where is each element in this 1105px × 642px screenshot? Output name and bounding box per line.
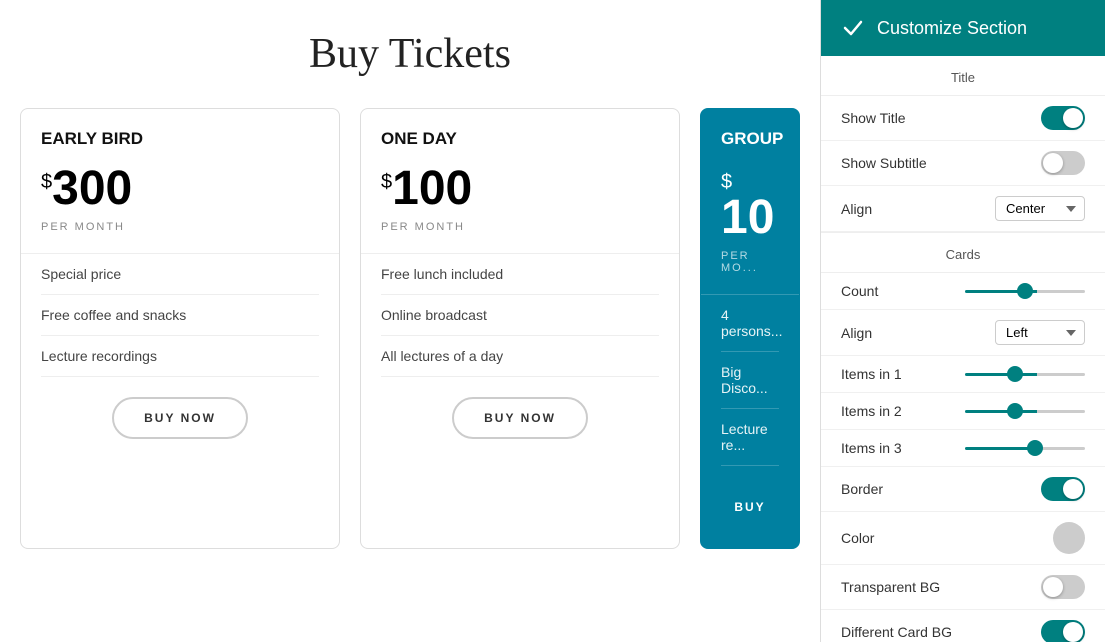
items-in-3-label: Items in 3 [841, 440, 902, 456]
items-in-3-slider-container [965, 447, 1085, 450]
count-slider[interactable] [965, 290, 1085, 293]
ticket-card-one-day: ONE DAY $100 PER MONTH Free lunch includ… [360, 108, 680, 549]
show-title-label: Show Title [841, 110, 906, 126]
border-row: Border [821, 467, 1105, 512]
feature-item: All lectures of a day [381, 336, 659, 377]
show-subtitle-toggle[interactable] [1041, 151, 1085, 175]
price-early-bird: $300 [41, 165, 319, 213]
price-period-one-day: PER MONTH [381, 221, 659, 233]
items-in-1-label: Items in 1 [841, 366, 902, 382]
border-label: Border [841, 481, 883, 497]
price-amount: 10 [721, 191, 774, 244]
color-label: Color [841, 530, 874, 546]
different-card-bg-toggle[interactable] [1041, 620, 1085, 642]
check-icon [841, 16, 865, 40]
feature-item: Online broadcast [381, 295, 659, 336]
title-align-label: Align [841, 201, 872, 217]
buy-now-button-group[interactable]: BUY [702, 486, 797, 528]
page-title: Buy Tickets [309, 30, 511, 78]
items-in-3-slider[interactable] [965, 447, 1085, 450]
card-title-group: GROUP [721, 129, 779, 149]
feature-item: Big Disco... [721, 352, 779, 409]
title-section-header: Title [821, 56, 1105, 96]
different-card-bg-label: Different Card BG [841, 624, 952, 640]
show-title-row: Show Title [821, 96, 1105, 141]
price-group: $10 [721, 165, 779, 242]
sidebar-header: Customize Section [821, 0, 1105, 56]
items-in-2-slider[interactable] [965, 410, 1085, 413]
sidebar-body: Title Show Title Show Subtitle Align Cen… [821, 56, 1105, 642]
show-subtitle-row: Show Subtitle [821, 141, 1105, 186]
transparent-bg-row: Transparent BG [821, 565, 1105, 610]
price-period-early-bird: PER MONTH [41, 221, 319, 233]
price-period-group: PER MO... [721, 250, 779, 274]
different-card-bg-row: Different Card BG [821, 610, 1105, 642]
feature-item: Special price [41, 254, 319, 295]
show-subtitle-label: Show Subtitle [841, 155, 927, 171]
feature-item: Lecture re... [721, 409, 779, 466]
dollar-sign: $ [41, 171, 52, 194]
cards-align-dropdown[interactable]: Left Center Right [995, 320, 1085, 345]
items-in-2-row: Items in 2 [821, 393, 1105, 430]
card-title-one-day: ONE DAY [381, 129, 659, 149]
items-in-2-slider-container [965, 410, 1085, 413]
cards-container: EARLY BIRD $300 PER MONTH Special price … [20, 108, 800, 549]
cards-section-header: Cards [821, 232, 1105, 273]
count-label: Count [841, 283, 878, 299]
price-amount: 100 [392, 162, 472, 215]
border-toggle[interactable] [1041, 477, 1085, 501]
feature-item: Free coffee and snacks [41, 295, 319, 336]
price-amount: 300 [52, 162, 132, 215]
cards-align-label: Align [841, 325, 872, 341]
cards-align-row: Align Left Center Right [821, 310, 1105, 356]
feature-item: Free lunch included [381, 254, 659, 295]
sidebar: Customize Section Title Show Title Show … [820, 0, 1105, 642]
main-content: Buy Tickets EARLY BIRD $300 PER MONTH Sp… [0, 0, 820, 642]
items-in-1-slider[interactable] [965, 373, 1085, 376]
dollar-sign: $ [381, 171, 392, 194]
ticket-card-group: GROUP $10 PER MO... 4 persons... Big Dis… [700, 108, 800, 549]
items-in-2-label: Items in 2 [841, 403, 902, 419]
buy-now-button-early-bird[interactable]: BUY NOW [112, 397, 248, 439]
sidebar-title: Customize Section [877, 18, 1027, 39]
count-slider-container [965, 290, 1085, 293]
items-in-1-row: Items in 1 [821, 356, 1105, 393]
color-row: Color [821, 512, 1105, 565]
title-align-dropdown[interactable]: Center Left Right [995, 196, 1085, 221]
count-row: Count [821, 273, 1105, 310]
transparent-bg-label: Transparent BG [841, 579, 940, 595]
items-in-3-row: Items in 3 [821, 430, 1105, 467]
ticket-card-early-bird: EARLY BIRD $300 PER MONTH Special price … [20, 108, 340, 549]
color-picker[interactable] [1053, 522, 1085, 554]
buy-now-button-one-day[interactable]: BUY NOW [452, 397, 588, 439]
feature-item: Lecture recordings [41, 336, 319, 377]
show-title-toggle[interactable] [1041, 106, 1085, 130]
transparent-bg-toggle[interactable] [1041, 575, 1085, 599]
title-align-row: Align Center Left Right [821, 186, 1105, 232]
price-one-day: $100 [381, 165, 659, 213]
card-title-early-bird: EARLY BIRD [41, 129, 319, 149]
items-in-1-slider-container [965, 373, 1085, 376]
feature-item: 4 persons... [721, 295, 779, 352]
